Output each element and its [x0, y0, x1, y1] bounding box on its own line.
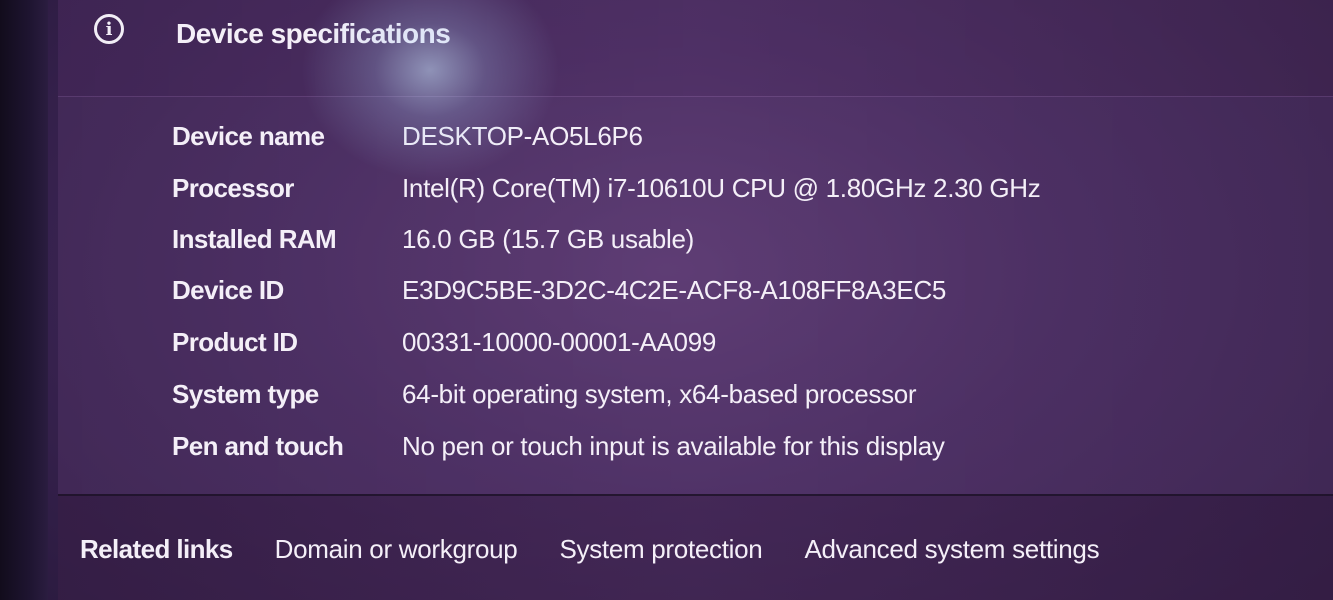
- related-links: Related links Domain or workgroup System…: [80, 534, 1100, 565]
- spec-label: Installed RAM: [172, 223, 337, 254]
- spec-value: 64-bit operating system, x64-based proce…: [402, 378, 917, 409]
- system-protection-link[interactable]: System protection: [559, 534, 762, 565]
- spec-value: DESKTOP-AO5L6P6: [402, 120, 643, 151]
- spec-value: E3D9C5BE-3D2C-4C2E-ACF8-A108FF8A3EC5: [402, 274, 947, 305]
- about-panel: i Device specifications Device name DESK…: [58, 0, 1333, 600]
- spec-row-pen-and-touch: Pen and touch No pen or touch input is a…: [58, 424, 1333, 468]
- screen-bezel: [0, 0, 48, 600]
- domain-or-workgroup-link[interactable]: Domain or workgroup: [275, 534, 518, 565]
- spec-label: System type: [172, 378, 319, 409]
- device-specifications-header[interactable]: i Device specifications: [58, 0, 1333, 97]
- spec-value: 16.0 GB (15.7 GB usable): [402, 223, 694, 254]
- spec-value: Intel(R) Core(TM) i7-10610U CPU @ 1.80GH…: [402, 172, 1041, 203]
- spec-label: Processor: [172, 172, 294, 203]
- spec-label: Product ID: [172, 326, 298, 357]
- info-icon: i: [94, 14, 124, 44]
- spec-row-device-id: Device ID E3D9C5BE-3D2C-4C2E-ACF8-A108FF…: [58, 268, 1333, 312]
- spec-label: Device ID: [172, 274, 284, 305]
- spec-value: 00331-10000-00001-AA099: [402, 326, 717, 357]
- section-title: Device specifications: [176, 18, 451, 49]
- spec-label: Device name: [172, 120, 325, 151]
- related-links-bar: Related links Domain or workgroup System…: [58, 496, 1333, 600]
- spec-row-product-id: Product ID 00331-10000-00001-AA099: [58, 320, 1333, 364]
- spec-label: Pen and touch: [172, 430, 344, 461]
- spec-row-installed-ram: Installed RAM 16.0 GB (15.7 GB usable): [58, 217, 1333, 261]
- related-links-label: Related links: [80, 534, 233, 564]
- spec-row-device-name: Device name DESKTOP-AO5L6P6: [58, 114, 1333, 158]
- spec-row-processor: Processor Intel(R) Core(TM) i7-10610U CP…: [58, 166, 1333, 210]
- advanced-system-settings-link[interactable]: Advanced system settings: [804, 534, 1099, 565]
- spec-row-system-type: System type 64-bit operating system, x64…: [58, 372, 1333, 416]
- specs-table: Device name DESKTOP-AO5L6P6 Processor In…: [58, 96, 1333, 496]
- spec-value: No pen or touch input is available for t…: [402, 430, 945, 461]
